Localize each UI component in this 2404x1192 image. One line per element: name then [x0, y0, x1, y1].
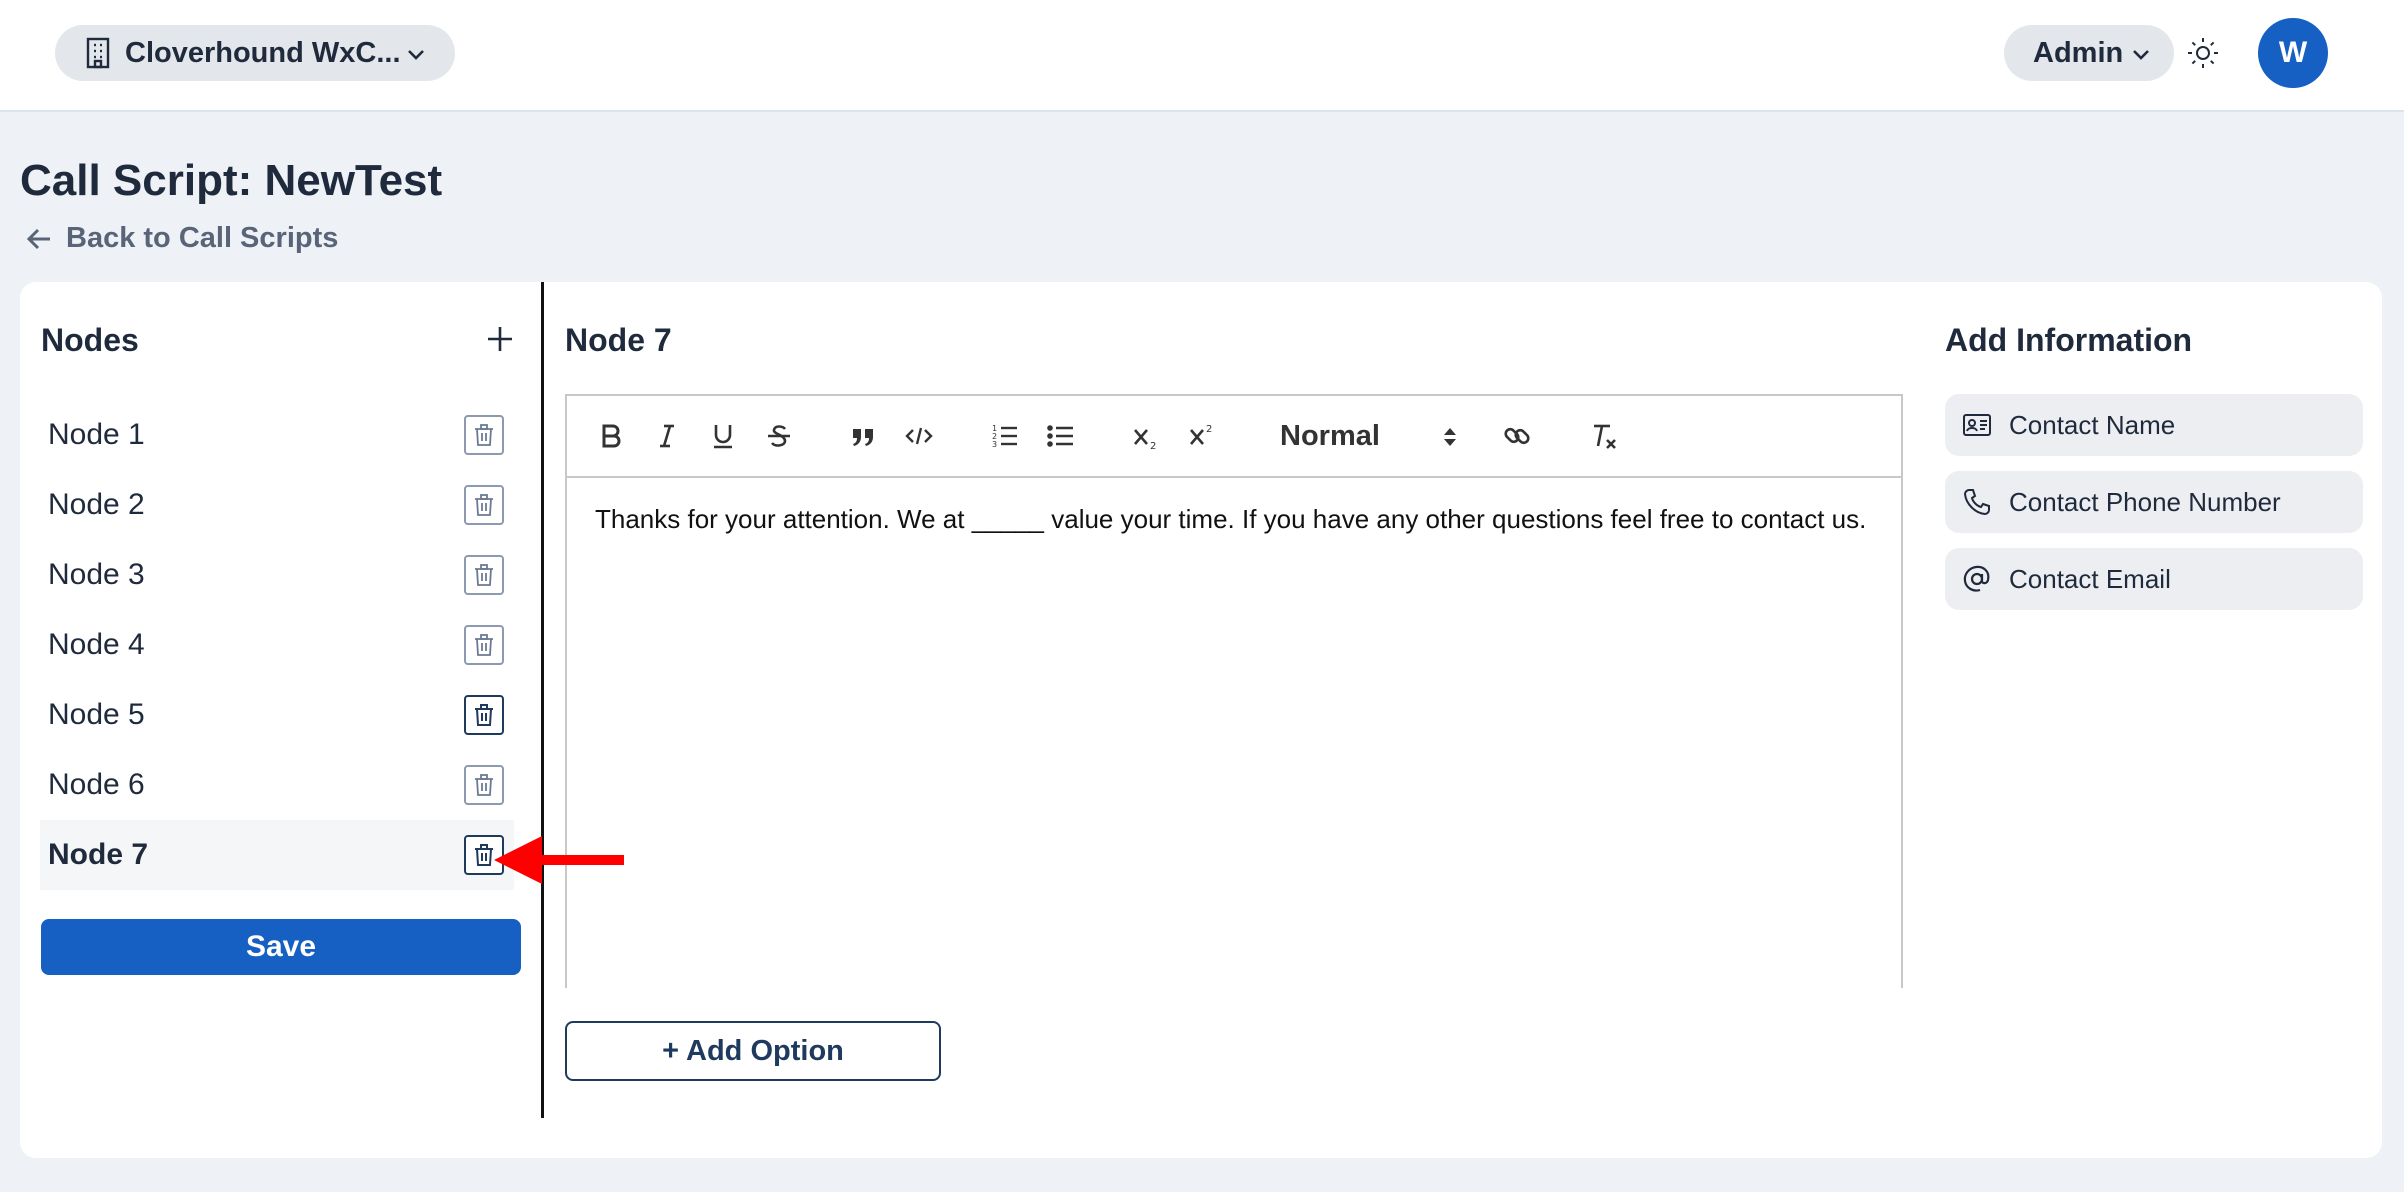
node-label: Node 5 [48, 698, 145, 731]
delete-node-button[interactable] [464, 695, 504, 735]
code-block-button[interactable] [899, 416, 939, 456]
code-icon [905, 427, 933, 445]
delete-node-button[interactable] [464, 765, 504, 805]
quote-icon [853, 429, 873, 446]
subscript-icon: 2 [1134, 429, 1156, 452]
underline-button[interactable] [703, 416, 743, 456]
svg-text:3: 3 [992, 440, 997, 449]
editor-content[interactable]: Thanks for your attention. We at _____ v… [567, 478, 1901, 561]
role-label: Admin [2033, 36, 2124, 69]
node-item[interactable]: Node 2 [40, 470, 514, 540]
node-label: Node 3 [48, 558, 145, 591]
node-item[interactable]: Node 1 [40, 400, 514, 470]
node-item[interactable]: Node 6 [40, 750, 514, 820]
node-label: Node 2 [48, 488, 145, 521]
building-icon [86, 37, 110, 69]
page-title: Call Script: NewTest [20, 156, 443, 205]
nodes-heading: Nodes [41, 322, 139, 358]
delete-node-button[interactable] [464, 625, 504, 665]
save-button[interactable]: Save [41, 919, 521, 975]
superscript-icon: 2 [1190, 424, 1212, 445]
delete-node-button[interactable] [464, 415, 504, 455]
editor-toolbar: 123 2 2 Normal [567, 396, 1901, 478]
node-list: Node 1 Node 2 Node 3 Node 4 Node 5 Node … [40, 400, 514, 890]
sun-icon[interactable] [2186, 36, 2220, 70]
annotation-arrow-icon [494, 836, 624, 884]
back-link-label: Back to Call Scripts [66, 222, 339, 254]
add-information-list: Contact Name Contact Phone Number Contac… [1945, 394, 2363, 625]
organization-label: Cloverhound WxC... [125, 36, 401, 69]
svg-text:2: 2 [1150, 441, 1156, 452]
contact-card-icon [1963, 414, 1991, 436]
chevron-down-icon [408, 50, 424, 60]
script-editor-card: Nodes Node 1 Node 2 Node 3 Node 4 Node 5… [20, 282, 2382, 1158]
trash-icon [475, 704, 493, 726]
node-item-active[interactable]: Node 7 [40, 820, 514, 890]
clear-format-icon [1594, 424, 1616, 449]
node-label: Node 1 [48, 418, 145, 451]
ordered-list-button[interactable]: 123 [985, 416, 1025, 456]
bold-button[interactable] [591, 416, 631, 456]
node-label: Node 4 [48, 628, 145, 661]
contact-email-item[interactable]: Contact Email [1945, 548, 2363, 610]
add-information-heading: Add Information [1945, 322, 2193, 358]
node-label: Node 7 [48, 838, 149, 871]
strikethrough-icon [768, 425, 790, 447]
top-bar: Cloverhound WxC... Admin W [0, 0, 2404, 112]
trash-icon [475, 774, 493, 796]
trash-icon [475, 634, 493, 656]
clear-formatting-button[interactable] [1583, 416, 1623, 456]
back-to-call-scripts-link[interactable]: Back to Call Scripts [24, 222, 338, 255]
info-item-label: Contact Phone Number [2009, 486, 2281, 517]
at-sign-icon [1963, 565, 1990, 592]
bullet-list-icon [1047, 425, 1073, 447]
info-item-label: Contact Email [2009, 563, 2171, 594]
node-item[interactable]: Node 3 [40, 540, 514, 610]
arrow-left-icon [26, 228, 50, 249]
italic-icon [660, 424, 674, 448]
user-avatar[interactable]: W [2258, 18, 2328, 88]
role-select[interactable]: Admin [2004, 25, 2174, 81]
trash-icon [475, 494, 493, 516]
node-label: Node 6 [48, 768, 145, 801]
panel-divider [541, 282, 544, 1118]
text-format-select[interactable]: Normal [1280, 416, 1460, 456]
bold-icon [602, 424, 621, 448]
text-format-value: Normal [1280, 419, 1380, 452]
trash-icon [475, 564, 493, 586]
link-icon [1504, 427, 1530, 445]
add-node-icon[interactable] [483, 322, 517, 356]
info-item-label: Contact Name [2009, 409, 2176, 440]
trash-icon [475, 424, 493, 446]
node-item[interactable]: Node 4 [40, 610, 514, 680]
delete-node-button[interactable] [464, 485, 504, 525]
editor-heading: Node 7 [565, 322, 672, 358]
superscript-button[interactable]: 2 [1183, 416, 1223, 456]
ordered-list-icon: 123 [992, 424, 1017, 449]
delete-node-button[interactable] [464, 555, 504, 595]
contact-phone-item[interactable]: Contact Phone Number [1945, 471, 2363, 533]
bullet-list-button[interactable] [1041, 416, 1081, 456]
blockquote-button[interactable] [843, 416, 883, 456]
link-button[interactable] [1497, 416, 1537, 456]
italic-button[interactable] [647, 416, 687, 456]
select-arrows-icon [1444, 428, 1456, 446]
node-item[interactable]: Node 5 [40, 680, 514, 750]
phone-icon [1963, 489, 1990, 516]
rich-text-editor: 123 2 2 Normal Thanks for your attention [565, 394, 1903, 988]
organization-select[interactable]: Cloverhound WxC... [55, 25, 455, 81]
chevron-down-icon [2133, 50, 2149, 60]
svg-text:2: 2 [1206, 424, 1212, 435]
underline-icon [714, 425, 732, 449]
subscript-button[interactable]: 2 [1127, 416, 1167, 456]
add-option-button[interactable]: + Add Option [565, 1021, 941, 1081]
strikethrough-button[interactable] [759, 416, 799, 456]
contact-name-item[interactable]: Contact Name [1945, 394, 2363, 456]
